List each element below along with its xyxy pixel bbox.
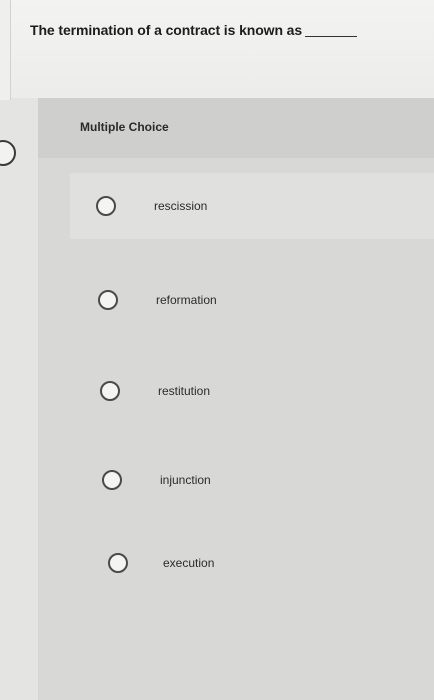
choice-label: injunction <box>160 473 211 487</box>
choice-option[interactable]: rescission <box>70 173 434 239</box>
radio-button-icon[interactable] <box>98 290 118 310</box>
question-area: The termination of a contract is known a… <box>0 0 434 100</box>
radio-button-icon[interactable] <box>100 381 120 401</box>
question-prompt: The termination of a contract is known a… <box>30 22 303 38</box>
multiple-choice-header: Multiple Choice <box>38 98 434 158</box>
radio-button-icon[interactable] <box>102 470 122 490</box>
question-indicator-icon <box>0 140 16 166</box>
question-text: The termination of a contract is known a… <box>30 22 358 38</box>
choice-label: rescission <box>154 199 208 213</box>
choice-option[interactable]: execution <box>70 530 434 596</box>
multiple-choice-panel: Multiple Choice rescission reformation r… <box>38 98 434 700</box>
choice-label: restitution <box>158 384 211 398</box>
choice-label: execution <box>163 556 215 570</box>
left-divider <box>0 0 11 100</box>
radio-button-icon[interactable] <box>96 196 116 216</box>
choice-label: reformation <box>156 293 217 307</box>
radio-button-icon[interactable] <box>108 553 128 573</box>
choice-option[interactable]: restitution <box>70 358 434 424</box>
answer-blank <box>305 36 358 37</box>
choice-option[interactable]: injunction <box>70 447 434 513</box>
choice-option[interactable]: reformation <box>70 267 434 333</box>
multiple-choice-label: Multiple Choice <box>80 120 169 134</box>
